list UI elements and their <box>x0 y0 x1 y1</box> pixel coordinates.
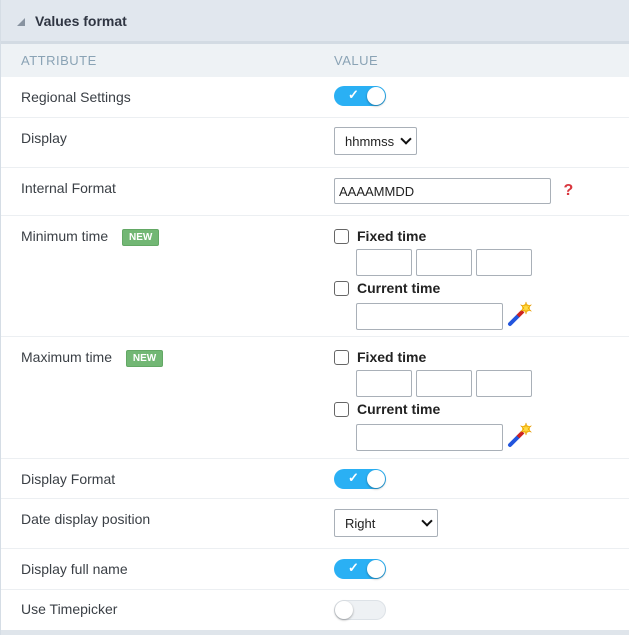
internal-format-input[interactable]: AAAAMMDD <box>334 178 551 204</box>
check-icon: ✓ <box>348 560 359 575</box>
use-timepicker-toggle[interactable] <box>334 600 386 620</box>
new-badge: NEW <box>125 350 164 367</box>
panel-header[interactable]: Values format <box>1 0 629 44</box>
display-select[interactable]: hhmmss <box>334 127 418 155</box>
toggle-knob <box>367 470 385 488</box>
toggle-knob <box>367 560 385 578</box>
row-use-timepicker: Use Timepicker <box>1 590 629 630</box>
max-fixed-time-option: Fixed time <box>334 347 629 367</box>
current-time-label: Current time <box>357 280 441 296</box>
magic-wand-icon[interactable] <box>507 301 533 332</box>
min-current-time-option: Current time <box>334 278 629 298</box>
attr-label: Use Timepicker <box>21 601 118 617</box>
min-second-input[interactable] <box>476 249 532 276</box>
min-current-time-input[interactable] <box>356 303 503 330</box>
attr-label: Internal Format <box>21 180 116 196</box>
fixed-time-label: Fixed time <box>357 228 427 244</box>
values-format-panel: Values format ATTRIBUTE VALUE Regional S… <box>0 0 629 635</box>
chevron-down-icon <box>421 515 433 527</box>
row-internal-format: Internal Format AAAAMMDD ? <box>1 168 629 216</box>
check-icon: ✓ <box>348 470 359 485</box>
date-display-position-value: Right <box>345 515 376 531</box>
display-full-name-toggle[interactable]: ✓ <box>334 559 386 579</box>
column-header-attribute: ATTRIBUTE <box>21 53 97 68</box>
fixed-time-label: Fixed time <box>357 349 427 365</box>
check-icon: ✓ <box>348 87 359 102</box>
magic-wand-icon[interactable] <box>507 422 533 453</box>
toggle-knob <box>335 601 353 619</box>
panel-bottom-border <box>1 630 629 635</box>
min-current-time-checkbox[interactable] <box>334 280 349 296</box>
new-badge: NEW <box>122 229 160 246</box>
max-minute-input[interactable] <box>416 370 472 397</box>
row-maximum-time: Maximum time NEW Fixed time Current time <box>1 337 629 459</box>
panel-title: Values format <box>35 12 127 29</box>
attr-label: Display full name <box>21 561 128 577</box>
collapse-triangle-icon[interactable] <box>17 17 25 26</box>
toggle-knob <box>367 87 385 105</box>
max-hour-input[interactable] <box>356 370 412 397</box>
regional-settings-toggle[interactable]: ✓ <box>334 86 386 106</box>
min-minute-input[interactable] <box>416 249 472 276</box>
help-question-icon[interactable]: ? <box>563 182 573 199</box>
row-display-format: Display Format ✓ <box>1 459 629 499</box>
attr-label: Regional Settings <box>21 89 131 105</box>
max-current-time-input[interactable] <box>356 424 503 451</box>
display-select-value: hhmmss <box>345 133 395 149</box>
date-display-position-select[interactable]: Right <box>334 509 438 537</box>
row-display-full-name: Display full name ✓ <box>1 549 629 590</box>
min-hour-input[interactable] <box>356 249 412 276</box>
min-fixed-time-checkbox[interactable] <box>334 228 349 244</box>
min-fixed-time-inputs <box>356 249 629 276</box>
max-current-time-option: Current time <box>334 399 629 419</box>
column-header-value: VALUE <box>334 53 379 68</box>
max-current-time-checkbox[interactable] <box>334 401 349 417</box>
display-format-toggle[interactable]: ✓ <box>334 469 386 489</box>
max-fixed-time-inputs <box>356 370 629 397</box>
max-second-input[interactable] <box>476 370 532 397</box>
attr-label: Maximum time <box>21 349 113 365</box>
current-time-label: Current time <box>357 401 441 417</box>
min-fixed-time-option: Fixed time <box>334 226 629 246</box>
row-regional-settings: Regional Settings ✓ <box>1 77 629 118</box>
chevron-down-icon <box>400 133 412 145</box>
row-minimum-time: Minimum time NEW Fixed time Current time <box>1 216 629 337</box>
row-display: Display hhmmss <box>1 118 629 168</box>
attr-label: Date display position <box>21 511 151 527</box>
table-header: ATTRIBUTE VALUE <box>1 44 629 77</box>
max-fixed-time-checkbox[interactable] <box>334 349 349 365</box>
attr-label: Minimum time <box>21 228 109 244</box>
attr-label: Display <box>21 130 67 146</box>
row-date-display-position: Date display position Right <box>1 499 629 549</box>
attr-label: Display Format <box>21 471 116 487</box>
